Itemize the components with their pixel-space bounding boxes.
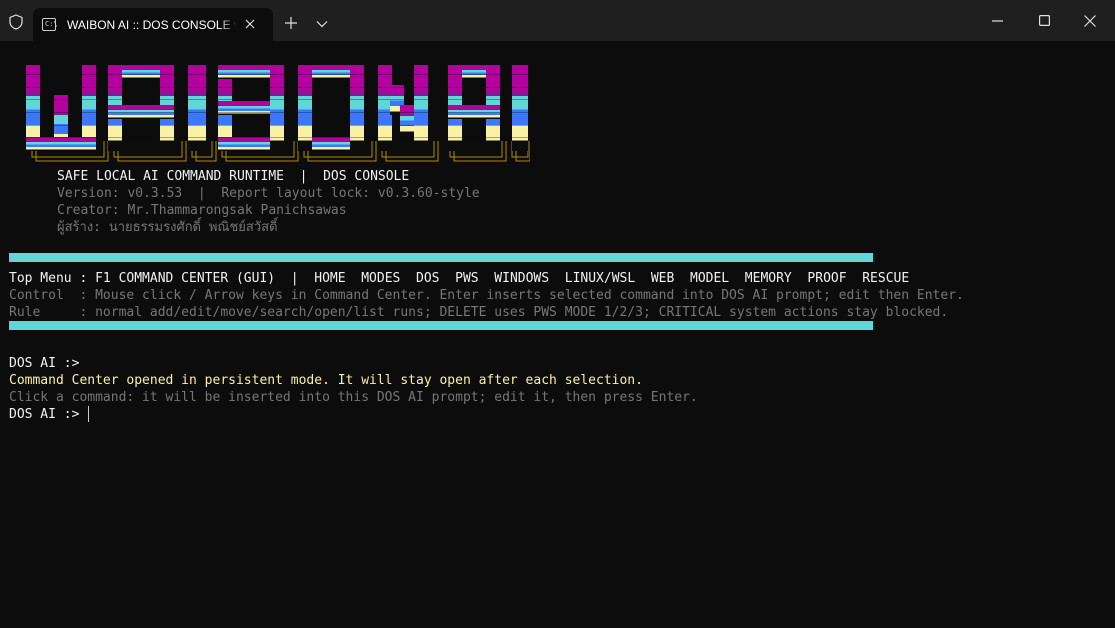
tab-title: WAIBON AI :: DOS CONSOLE v0.3.53 — [67, 18, 235, 32]
terminal-tab[interactable]: C:\ WAIBON AI :: DOS CONSOLE v0.3.53 — [33, 8, 273, 41]
menu-separator: | — [275, 271, 315, 286]
menu-item-memory[interactable]: MEMORY — [745, 271, 792, 286]
top-menu: Top Menu : F1 COMMAND CENTER (GUI) | HOM… — [9, 270, 909, 287]
close-icon[interactable] — [242, 16, 258, 32]
header-subtitle: SAFE LOCAL AI COMMAND RUNTIME | DOS CONS… — [57, 169, 410, 184]
terminal-screen[interactable]: SAFE LOCAL AI COMMAND RUNTIME | DOS CONS… — [0, 41, 1115, 628]
menu-item-home[interactable]: HOME — [314, 271, 345, 286]
plus-icon[interactable] — [284, 16, 298, 30]
prompt-line-1: DOS AI :> — [9, 356, 80, 371]
terminal-icon: C:\ — [42, 18, 58, 31]
minimize-icon[interactable] — [992, 20, 1003, 22]
tab-title-fade — [219, 14, 239, 36]
menu-current-command-center[interactable]: F1 COMMAND CENTER (GUI) — [95, 271, 275, 286]
chevron-down-icon[interactable] — [316, 20, 328, 28]
menu-item-pws[interactable]: PWS — [455, 271, 478, 286]
control-line: Control : Mouse click / Arrow keys in Co… — [9, 288, 964, 303]
hint-line: Click a command: it will be inserted int… — [9, 390, 698, 405]
menu-item-linux-wsl[interactable]: LINUX/WSL — [565, 271, 635, 286]
window-close-icon[interactable] — [1084, 15, 1096, 27]
title-bar: C:\ WAIBON AI :: DOS CONSOLE v0.3.53 — [0, 0, 1115, 41]
text-cursor — [88, 406, 89, 422]
menu-item-modes[interactable]: MODES — [361, 271, 400, 286]
menu-item-dos[interactable]: DOS — [416, 271, 439, 286]
header-creator: Creator: Mr.Thammarongsak Panichsawas — [57, 203, 347, 218]
divider-bottom — [9, 321, 873, 330]
menu-item-web[interactable]: WEB — [651, 271, 674, 286]
menu-item-model[interactable]: MODEL — [690, 271, 729, 286]
maximize-icon[interactable] — [1039, 15, 1050, 26]
menu-item-rescue[interactable]: RESCUE — [862, 271, 909, 286]
top-menu-prefix: Top Menu : — [9, 271, 96, 286]
divider-top — [9, 253, 873, 262]
shield-icon — [9, 14, 23, 30]
waibon-ai-logo — [22, 65, 530, 162]
status-message: Command Center opened in persistent mode… — [9, 373, 643, 388]
rule-line: Rule : normal add/edit/move/search/open/… — [9, 305, 949, 320]
menu-item-proof[interactable]: PROOF — [807, 271, 846, 286]
menu-item-windows[interactable]: WINDOWS — [494, 271, 549, 286]
header-version: Version: v0.3.53 | Report layout lock: v… — [57, 186, 480, 201]
prompt-line-2[interactable]: DOS AI :> — [9, 406, 79, 423]
header-creator-thai: ผู้สร้าง: นายธรรมรงศักดิ์ พณิชย์สวัสดิ์ — [57, 220, 278, 235]
